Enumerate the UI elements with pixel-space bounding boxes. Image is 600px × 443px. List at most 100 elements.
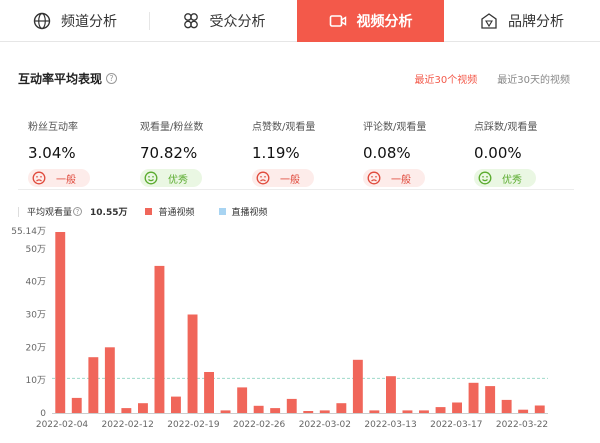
x-tick-label: 2022-03-13: [364, 420, 416, 430]
status-badge: 一般: [252, 169, 314, 187]
range-tab-last-30-days[interactable]: 最近30天的视频: [497, 71, 570, 86]
metric-label: 评论数/观看量: [363, 122, 427, 133]
badge-label: 一般: [391, 174, 411, 186]
smile-face-icon: [144, 171, 158, 185]
metric-value: 1.19%: [252, 144, 300, 162]
metric-label: 点赞数/观看量: [252, 122, 316, 133]
tab-label: 品牌分析: [508, 14, 564, 30]
tab-label: 受众分析: [209, 14, 266, 30]
bar: [369, 410, 380, 413]
tab-bar: 频道分析 受众分析 视频分析 品牌分析: [0, 0, 600, 42]
bar: [270, 408, 281, 413]
tab-channel-analysis[interactable]: 频道分析: [0, 0, 150, 42]
bar: [104, 347, 115, 413]
sad-face-icon: [32, 171, 46, 185]
bar: [204, 372, 214, 413]
brand-icon: [480, 12, 498, 30]
bar: [187, 314, 198, 413]
legend-normal-video[interactable]: 普通视频: [145, 205, 195, 218]
tab-label: 频道分析: [61, 14, 117, 30]
help-icon[interactable]: ?: [73, 207, 83, 216]
smile-face-icon: [478, 171, 492, 185]
bar: [452, 402, 462, 413]
section-title: 互动率平均表现 ?: [18, 70, 118, 87]
bar: [71, 397, 82, 413]
status-badge: 优秀: [474, 169, 536, 187]
bar: [336, 403, 347, 413]
bar: [171, 396, 181, 413]
bar: [352, 359, 363, 413]
legend-label: 直播视频: [231, 208, 268, 218]
bar: [319, 410, 330, 413]
y-tick-label: 40万: [26, 278, 46, 288]
y-tick-label: 50万: [26, 245, 46, 255]
metric-value: 70.82%: [140, 144, 198, 162]
bar: [88, 357, 99, 413]
metric-comments-per-view: 评论数/观看量 0.08% 一般: [363, 118, 473, 187]
bar: [303, 411, 314, 413]
tab-video-analysis[interactable]: 视频分析: [297, 0, 444, 42]
metric-dislikes-per-view: 点踩数/观看量 0.00% 优秀: [474, 118, 584, 187]
legend-live-video[interactable]: 直播视频: [218, 205, 268, 218]
tab-audience-analysis[interactable]: 受众分析: [150, 0, 297, 42]
range-tabs: 最近30个视频 最近30天的视频: [415, 71, 570, 86]
bar: [253, 405, 264, 413]
x-tick-label: 2022-02-12: [102, 420, 154, 430]
chart-legend: 平均观看量 ? 10.55万 普通视频 直播视频: [18, 205, 292, 218]
y-tick-label: 30万: [26, 311, 46, 321]
y-tick-label: 10万: [26, 376, 46, 386]
divider: [18, 189, 574, 190]
x-tick-label: 2022-02-26: [233, 420, 286, 430]
range-tab-last-30-videos[interactable]: 最近30个视频: [415, 71, 478, 86]
views-bar-chart: 0 10万 20万 30万 40万 50万 55.14万 2022-02-04 2022-02-…: [11, 227, 548, 430]
metric-views-per-fan: 观看量/粉丝数 70.82% 优秀: [140, 118, 250, 187]
x-tick-label: 2022-02-04: [36, 420, 89, 430]
badge-label: 优秀: [502, 174, 522, 186]
x-tick-label: 2022-03-22: [496, 420, 548, 430]
bar: [518, 409, 529, 413]
metric-label: 点踩数/观看量: [474, 122, 538, 133]
metrics-row: 粉丝互动率 3.04% 一般 观看量/粉丝数 70.82% 优秀 点赞数/观看量…: [18, 118, 574, 188]
x-tick-label: 2022-02-19: [167, 420, 220, 430]
status-badge: 优秀: [140, 169, 202, 187]
avg-views-label: 平均观看量: [27, 208, 73, 218]
bar: [485, 386, 496, 413]
bar: [419, 410, 429, 413]
y-tick-label: 0: [40, 409, 46, 419]
status-badge: 一般: [363, 169, 425, 187]
y-max-label: 55.14万: [11, 227, 46, 237]
badge-label: 一般: [56, 174, 76, 186]
audience-icon: [182, 12, 200, 30]
bar: [386, 376, 396, 413]
x-tick-label: 2022-03-17: [430, 420, 482, 430]
tab-label: 视频分析: [356, 14, 413, 30]
y-tick-label: 20万: [26, 343, 46, 353]
avg-views-value: 10.55万: [90, 208, 128, 218]
bar: [435, 407, 446, 413]
metric-label: 观看量/粉丝数: [140, 122, 204, 133]
bar: [138, 403, 148, 413]
bar: [55, 232, 66, 413]
globe-icon: [33, 12, 51, 30]
sad-face-icon: [256, 171, 270, 185]
bar: [501, 399, 512, 413]
metric-fan-engagement: 粉丝互动率 3.04% 一般: [28, 118, 138, 187]
x-tick-label: 2022-03-02: [299, 420, 351, 430]
bar: [402, 410, 413, 413]
bar: [154, 265, 165, 413]
video-icon: [329, 12, 347, 30]
tab-brand-analysis[interactable]: 品牌分析: [444, 0, 600, 42]
sad-face-icon: [367, 171, 381, 185]
help-icon[interactable]: ?: [106, 73, 118, 84]
metric-likes-per-view: 点赞数/观看量 1.19% 一般: [252, 118, 362, 187]
legend-swatch: [218, 208, 226, 215]
section-title-text: 互动率平均表现: [18, 72, 103, 86]
bar: [468, 382, 479, 413]
legend-swatch: [145, 208, 153, 215]
legend-label: 普通视频: [158, 208, 195, 218]
badge-label: 优秀: [168, 174, 188, 186]
metric-value: 0.08%: [363, 144, 411, 162]
status-badge: 一般: [28, 169, 90, 187]
bar: [220, 410, 231, 413]
bar: [237, 387, 248, 413]
